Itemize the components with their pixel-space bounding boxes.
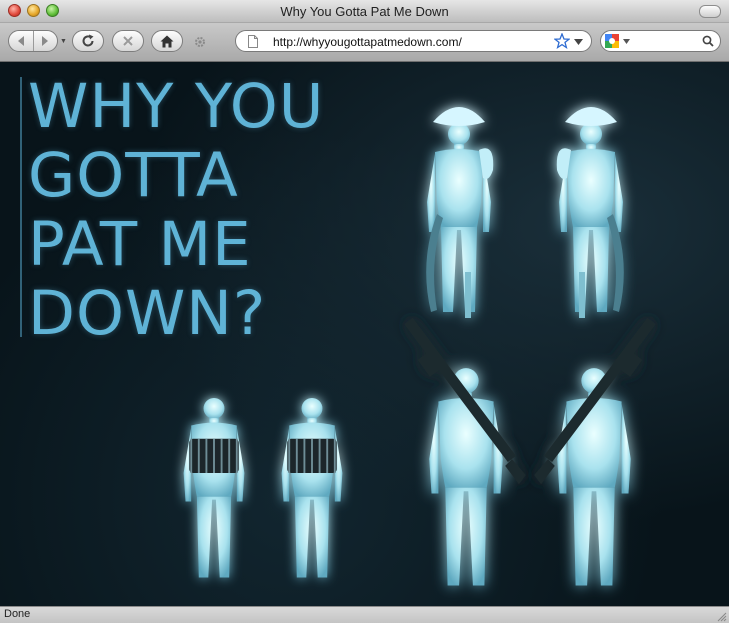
resize-grip-icon[interactable]: [716, 611, 727, 622]
rpg-back-figure: [534, 317, 656, 586]
window-title: Why You Gotta Pat Me Down: [280, 4, 449, 19]
stop-icon: [123, 36, 133, 46]
back-button[interactable]: [9, 31, 33, 51]
address-dropdown-icon[interactable]: [574, 39, 583, 45]
google-icon[interactable]: [604, 33, 620, 49]
address-bar[interactable]: http://whyyougottapatmedown.com/: [235, 30, 592, 52]
gear-icon: [195, 37, 205, 47]
browser-window: Why You Gotta Pat Me Down ▼ http://whyyo…: [0, 0, 729, 623]
reload-button[interactable]: [72, 30, 104, 52]
search-icon[interactable]: [702, 35, 714, 47]
pirate-back-figure: [556, 107, 624, 318]
back-arrow-icon: [17, 36, 24, 46]
home-icon: [160, 35, 174, 47]
bomb-belt-front-figure: [183, 397, 245, 578]
body-scan-images: [183, 107, 656, 586]
stop-button[interactable]: [112, 30, 144, 52]
bookmark-star-icon[interactable]: [554, 33, 570, 49]
rpg-front-figure: [404, 317, 526, 586]
page-content: WHY YOU GOTTA PAT ME DOWN?: [0, 62, 729, 606]
toolbar-toggle-button[interactable]: [699, 5, 721, 18]
search-field[interactable]: [600, 30, 721, 52]
search-engine-dropdown-icon[interactable]: [623, 39, 630, 44]
status-text: Done: [4, 608, 31, 620]
history-menu-icon[interactable]: ▼: [60, 38, 67, 45]
home-button[interactable]: [151, 30, 183, 52]
status-bar: Done: [0, 606, 729, 623]
reload-icon: [82, 34, 94, 47]
title-bar: Why You Gotta Pat Me Down: [0, 0, 729, 23]
pirate-front-figure: [426, 107, 494, 318]
back-forward-group: [8, 30, 58, 52]
bomb-belt-back-figure: [281, 397, 343, 578]
address-url[interactable]: http://whyyougottapatmedown.com/: [273, 35, 462, 49]
browser-toolbar: ▼ http://whyyougottapatmedown.com/: [0, 23, 729, 62]
page-icon: [248, 35, 258, 48]
forward-arrow-icon: [42, 36, 49, 46]
forward-button[interactable]: [34, 31, 58, 51]
